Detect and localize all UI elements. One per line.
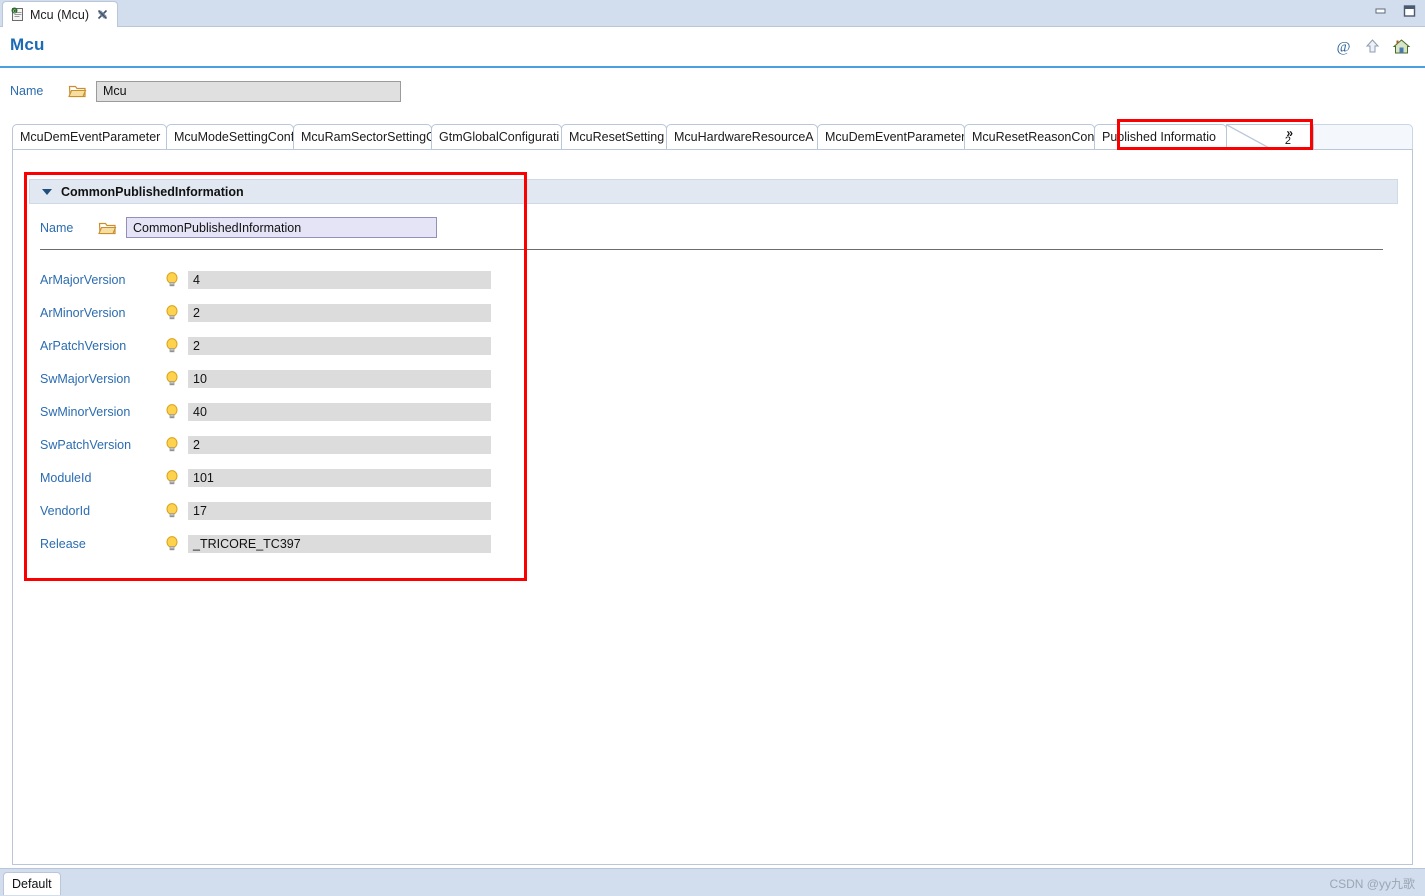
tabstrip-filler xyxy=(1313,124,1413,149)
property-label: SwPatchVersion xyxy=(40,438,164,452)
property-label: ModuleId xyxy=(40,471,164,485)
open-folder-icon[interactable] xyxy=(68,83,87,99)
window-titlebar: C Mcu (Mcu) xyxy=(0,0,1425,27)
form-header-icons: @ xyxy=(1334,37,1411,56)
property-value[interactable]: 4 xyxy=(188,271,491,289)
tab-label: McuDemEventParameter xyxy=(825,130,965,144)
lightbulb-icon[interactable] xyxy=(164,469,180,487)
page-title: Mcu xyxy=(10,35,45,55)
lightbulb-icon[interactable] xyxy=(164,337,180,355)
tab-mcudemeventparameter[interactable]: McuDemEventParameter xyxy=(817,124,965,149)
top-name-row: Name Mcu xyxy=(0,70,1425,112)
property-value[interactable]: 10 xyxy=(188,370,491,388)
tab-label: McuResetReasonConf xyxy=(972,130,1095,144)
tab-label: McuModeSettingConf xyxy=(174,130,294,144)
tab-label: Published Informatio xyxy=(1102,130,1216,144)
watermark: CSDN @yy九歌 xyxy=(1329,875,1415,892)
section-name-input[interactable]: CommonPublishedInformation xyxy=(126,217,437,238)
property-label: ArPatchVersion xyxy=(40,339,164,353)
property-value[interactable]: 2 xyxy=(188,436,491,454)
tab-label: GtmGlobalConfigurati xyxy=(439,130,559,144)
document-icon: C xyxy=(10,7,25,22)
name-input[interactable]: Mcu xyxy=(96,81,401,102)
configuration-tabstrip: McuDemEventParameter McuModeSettingConf Mc… xyxy=(12,124,1413,149)
close-icon[interactable] xyxy=(96,8,109,21)
tab-gtmglobalconfigurati[interactable]: GtmGlobalConfigurati xyxy=(431,124,562,149)
open-folder-icon[interactable] xyxy=(98,220,117,236)
property-value[interactable]: 101 xyxy=(188,469,491,487)
section-divider xyxy=(40,249,1383,250)
at-link-icon[interactable]: @ xyxy=(1334,37,1353,56)
tab-mcumodesettingconf[interactable]: McuModeSettingConf xyxy=(166,124,294,149)
property-value[interactable]: 40 xyxy=(188,403,491,421)
lightbulb-icon[interactable] xyxy=(164,403,180,421)
property-list: ArMajorVersion4ArMinorVersion2ArPatchVer… xyxy=(40,263,491,560)
lightbulb-icon[interactable] xyxy=(164,535,180,553)
lightbulb-icon[interactable] xyxy=(164,436,180,454)
property-label: SwMajorVersion xyxy=(40,372,164,386)
tab-mcudemeventparameter[interactable]: McuDemEventParameter xyxy=(12,124,167,149)
application-window: C Mcu (Mcu) xyxy=(0,0,1425,896)
section-name-row: Name CommonPublishedInformation xyxy=(40,217,437,238)
property-value[interactable]: 17 xyxy=(188,502,491,520)
up-arrow-icon[interactable] xyxy=(1363,37,1382,56)
editor-tab-label: Mcu (Mcu) xyxy=(30,8,89,22)
tab-mcuresetreasonconf[interactable]: McuResetReasonConf xyxy=(964,124,1095,149)
tab-published-informatio[interactable]: Published Informatio xyxy=(1094,124,1227,149)
minimize-icon[interactable] xyxy=(1373,4,1388,18)
name-label: Name xyxy=(10,84,68,98)
property-row: ArMajorVersion 4 xyxy=(40,263,491,296)
property-value[interactable]: 2 xyxy=(188,304,491,322)
tab-label: McuDemEventParameter xyxy=(20,130,160,144)
tab-label: McuHardwareResourceA xyxy=(674,130,814,144)
window-controls xyxy=(1373,4,1417,18)
overflow-count: 2 xyxy=(1285,135,1291,147)
bottom-tab-default[interactable]: Default xyxy=(3,872,61,895)
property-row: ModuleId 101 xyxy=(40,461,491,494)
section-header-commonpublishedinformation[interactable]: CommonPublishedInformation xyxy=(29,179,1398,204)
tab-slash-icon xyxy=(1227,125,1273,149)
editor-tab-mcu[interactable]: C Mcu (Mcu) xyxy=(2,1,118,27)
home-icon[interactable] xyxy=(1392,37,1411,56)
property-value[interactable]: 2 xyxy=(188,337,491,355)
tab-label: McuResetSetting xyxy=(569,130,664,144)
svg-text:@: @ xyxy=(1337,40,1351,56)
property-row: SwMinorVersion 40 xyxy=(40,395,491,428)
property-row: SwMajorVersion 10 xyxy=(40,362,491,395)
property-value[interactable]: _TRICORE_TC397 xyxy=(188,535,491,553)
property-label: ArMajorVersion xyxy=(40,273,164,287)
bottom-bar: Default CSDN @yy九歌 xyxy=(0,868,1425,896)
form-header: Mcu @ xyxy=(0,27,1425,68)
property-label: Release xyxy=(40,537,164,551)
property-row: SwPatchVersion 2 xyxy=(40,428,491,461)
property-row: ArMinorVersion 2 xyxy=(40,296,491,329)
lightbulb-icon[interactable] xyxy=(164,370,180,388)
maximize-icon[interactable] xyxy=(1402,4,1417,18)
property-row: ArPatchVersion 2 xyxy=(40,329,491,362)
tab-mcuramsectorsettingc[interactable]: McuRamSectorSettingC xyxy=(293,124,432,149)
section-title: CommonPublishedInformation xyxy=(61,185,244,199)
tab-overflow-indicator[interactable]: »2 xyxy=(1226,124,1314,149)
lightbulb-icon[interactable] xyxy=(164,502,180,520)
section-name-label: Name xyxy=(40,221,98,235)
tab-mcuhardwareresourcea[interactable]: McuHardwareResourceA xyxy=(666,124,818,149)
tab-mcuresetsetting[interactable]: McuResetSetting xyxy=(561,124,667,149)
property-label: ArMinorVersion xyxy=(40,306,164,320)
tab-label: McuRamSectorSettingC xyxy=(301,130,432,144)
bottom-tab-label: Default xyxy=(12,877,52,891)
lightbulb-icon[interactable] xyxy=(164,304,180,322)
property-label: SwMinorVersion xyxy=(40,405,164,419)
property-row: Release _TRICORE_TC397 xyxy=(40,527,491,560)
property-label: VendorId xyxy=(40,504,164,518)
property-row: VendorId 17 xyxy=(40,494,491,527)
lightbulb-icon[interactable] xyxy=(164,271,180,289)
chevron-down-icon[interactable] xyxy=(42,189,52,195)
